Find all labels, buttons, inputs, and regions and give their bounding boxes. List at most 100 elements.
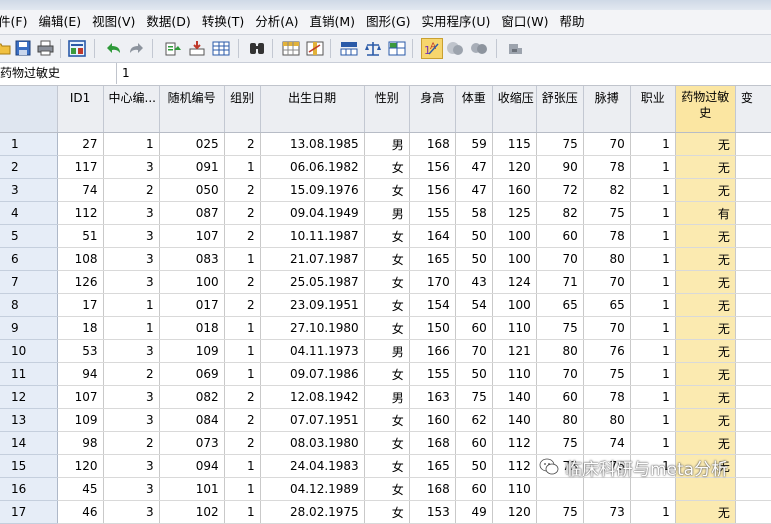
row-number[interactable]: 9 [0,316,58,340]
grid-cell[interactable]: 90 [536,155,584,179]
grid-cell-empty[interactable] [735,155,771,179]
grid-cell[interactable]: 75 [536,500,584,524]
grid-cell[interactable]: 74 [583,431,631,455]
select-all-corner[interactable] [0,86,58,133]
grid-cell[interactable]: 女 [364,316,410,340]
grid-cell[interactable]: 73 [583,500,631,524]
grid-cell[interactable]: 47 [455,155,493,179]
column-header[interactable]: 出生日期 [260,86,365,133]
grid-cell[interactable]: 女 [364,178,410,202]
cell-value-field[interactable]: 1 [122,63,130,84]
grid-cell[interactable]: 无 [675,431,736,455]
grid-cell[interactable]: 04.12.1989 [260,477,365,501]
grid-cell[interactable]: 1 [630,431,676,455]
row-number[interactable]: 2 [0,155,58,179]
grid-cell[interactable]: 2 [224,385,261,409]
grid-cell[interactable]: 72 [536,178,584,202]
row-number[interactable]: 8 [0,293,58,317]
column-header[interactable]: ID1 [57,86,104,133]
column-header[interactable]: 随机编号 [159,86,225,133]
grid-cell[interactable]: 100 [492,293,537,317]
grid-cell[interactable]: 170 [409,270,456,294]
grid-cell[interactable]: 3 [103,454,160,478]
grid-cell[interactable]: 女 [364,500,410,524]
grid-cell[interactable]: 126 [57,270,104,294]
grid-cell[interactable]: 21.07.1987 [260,247,365,271]
grid-cell[interactable] [583,477,631,501]
grid-cell[interactable]: 78 [583,155,631,179]
grid-cell[interactable]: 65 [536,293,584,317]
grid-cell[interactable]: 无 [675,178,736,202]
find-icon[interactable] [248,39,266,57]
grid-cell[interactable]: 025 [159,132,225,156]
grid-cell[interactable]: 1 [103,316,160,340]
grid-cell[interactable]: 1 [630,362,676,386]
grid-cell[interactable]: 80 [583,408,631,432]
menu-item[interactable]: 转换(T) [202,10,255,34]
grid-cell[interactable]: 069 [159,362,225,386]
grid-cell[interactable]: 25.05.1987 [260,270,365,294]
row-number[interactable]: 10 [0,339,58,363]
grid-cell-empty[interactable] [735,178,771,202]
grid-cell-empty[interactable] [735,408,771,432]
grid-cell[interactable]: 1 [224,500,261,524]
grid-cell[interactable]: 女 [364,293,410,317]
menu-item[interactable]: 分析(A) [255,10,309,34]
column-header[interactable]: 身高 [409,86,456,133]
menu-item[interactable]: 件(F) [0,10,38,34]
grid-cell[interactable]: 1 [630,500,676,524]
menu-item[interactable]: 窗口(W) [501,10,559,34]
grid-cell[interactable]: 3 [103,155,160,179]
grid-cell[interactable]: 09.07.1986 [260,362,365,386]
grid-cell[interactable]: 1 [630,316,676,340]
grid-cell[interactable]: 2 [103,362,160,386]
grid-cell[interactable]: 3 [103,339,160,363]
grid-cell[interactable]: 45 [57,477,104,501]
print-icon[interactable] [36,39,54,57]
grid-cell[interactable]: 101 [159,477,225,501]
grid-cell[interactable]: 084 [159,408,225,432]
grid-cell[interactable]: 59 [455,132,493,156]
grid-cell[interactable]: 女 [364,362,410,386]
grid-cell[interactable]: 70 [536,247,584,271]
grid-cell[interactable]: 82 [536,201,584,225]
grid-cell[interactable]: 1 [103,132,160,156]
menu-item[interactable]: 图形(G) [366,10,421,34]
grid-cell[interactable]: 1 [630,270,676,294]
row-number[interactable]: 15 [0,454,58,478]
grid-cell[interactable]: 60 [536,385,584,409]
open-folder-icon[interactable] [0,39,12,57]
grid-cell[interactable]: 无 [675,132,736,156]
grid-cell[interactable]: 120 [492,500,537,524]
menu-item[interactable]: 帮助 [560,10,596,34]
grid-cell[interactable]: 1 [224,362,261,386]
grid-cell[interactable]: 60 [536,224,584,248]
grid-cell[interactable]: 78 [583,224,631,248]
grid-cell[interactable]: 无 [675,293,736,317]
grid-cell[interactable] [675,477,736,501]
grid-cell[interactable]: 091 [159,155,225,179]
grid-cell[interactable]: 140 [492,385,537,409]
grid-cell[interactable]: 无 [675,408,736,432]
grid-cell[interactable]: 2 [103,178,160,202]
grid-cell[interactable]: 083 [159,247,225,271]
insert-variable-icon[interactable] [306,39,324,57]
grid-cell[interactable]: 60 [455,477,493,501]
grid-cell[interactable]: 115 [492,132,537,156]
grid-cell[interactable]: 50 [455,224,493,248]
grid-cell[interactable]: 无 [675,362,736,386]
grid-cell[interactable]: 04.11.1973 [260,339,365,363]
grid-cell[interactable]: 1 [224,247,261,271]
grid-cell[interactable]: 2 [224,224,261,248]
row-number[interactable]: 16 [0,477,58,501]
grid-cell[interactable]: 12.08.1942 [260,385,365,409]
grid-cell[interactable]: 168 [409,132,456,156]
grid-cell[interactable]: 2 [224,132,261,156]
grid-cell[interactable]: 1 [630,339,676,363]
grid-cell[interactable]: 109 [57,408,104,432]
grid-cell[interactable]: 80 [583,247,631,271]
grid-cell[interactable]: 100 [159,270,225,294]
grid-cell[interactable]: 98 [57,431,104,455]
grid-cell[interactable]: 09.04.1949 [260,201,365,225]
grid-cell[interactable]: 109 [159,339,225,363]
